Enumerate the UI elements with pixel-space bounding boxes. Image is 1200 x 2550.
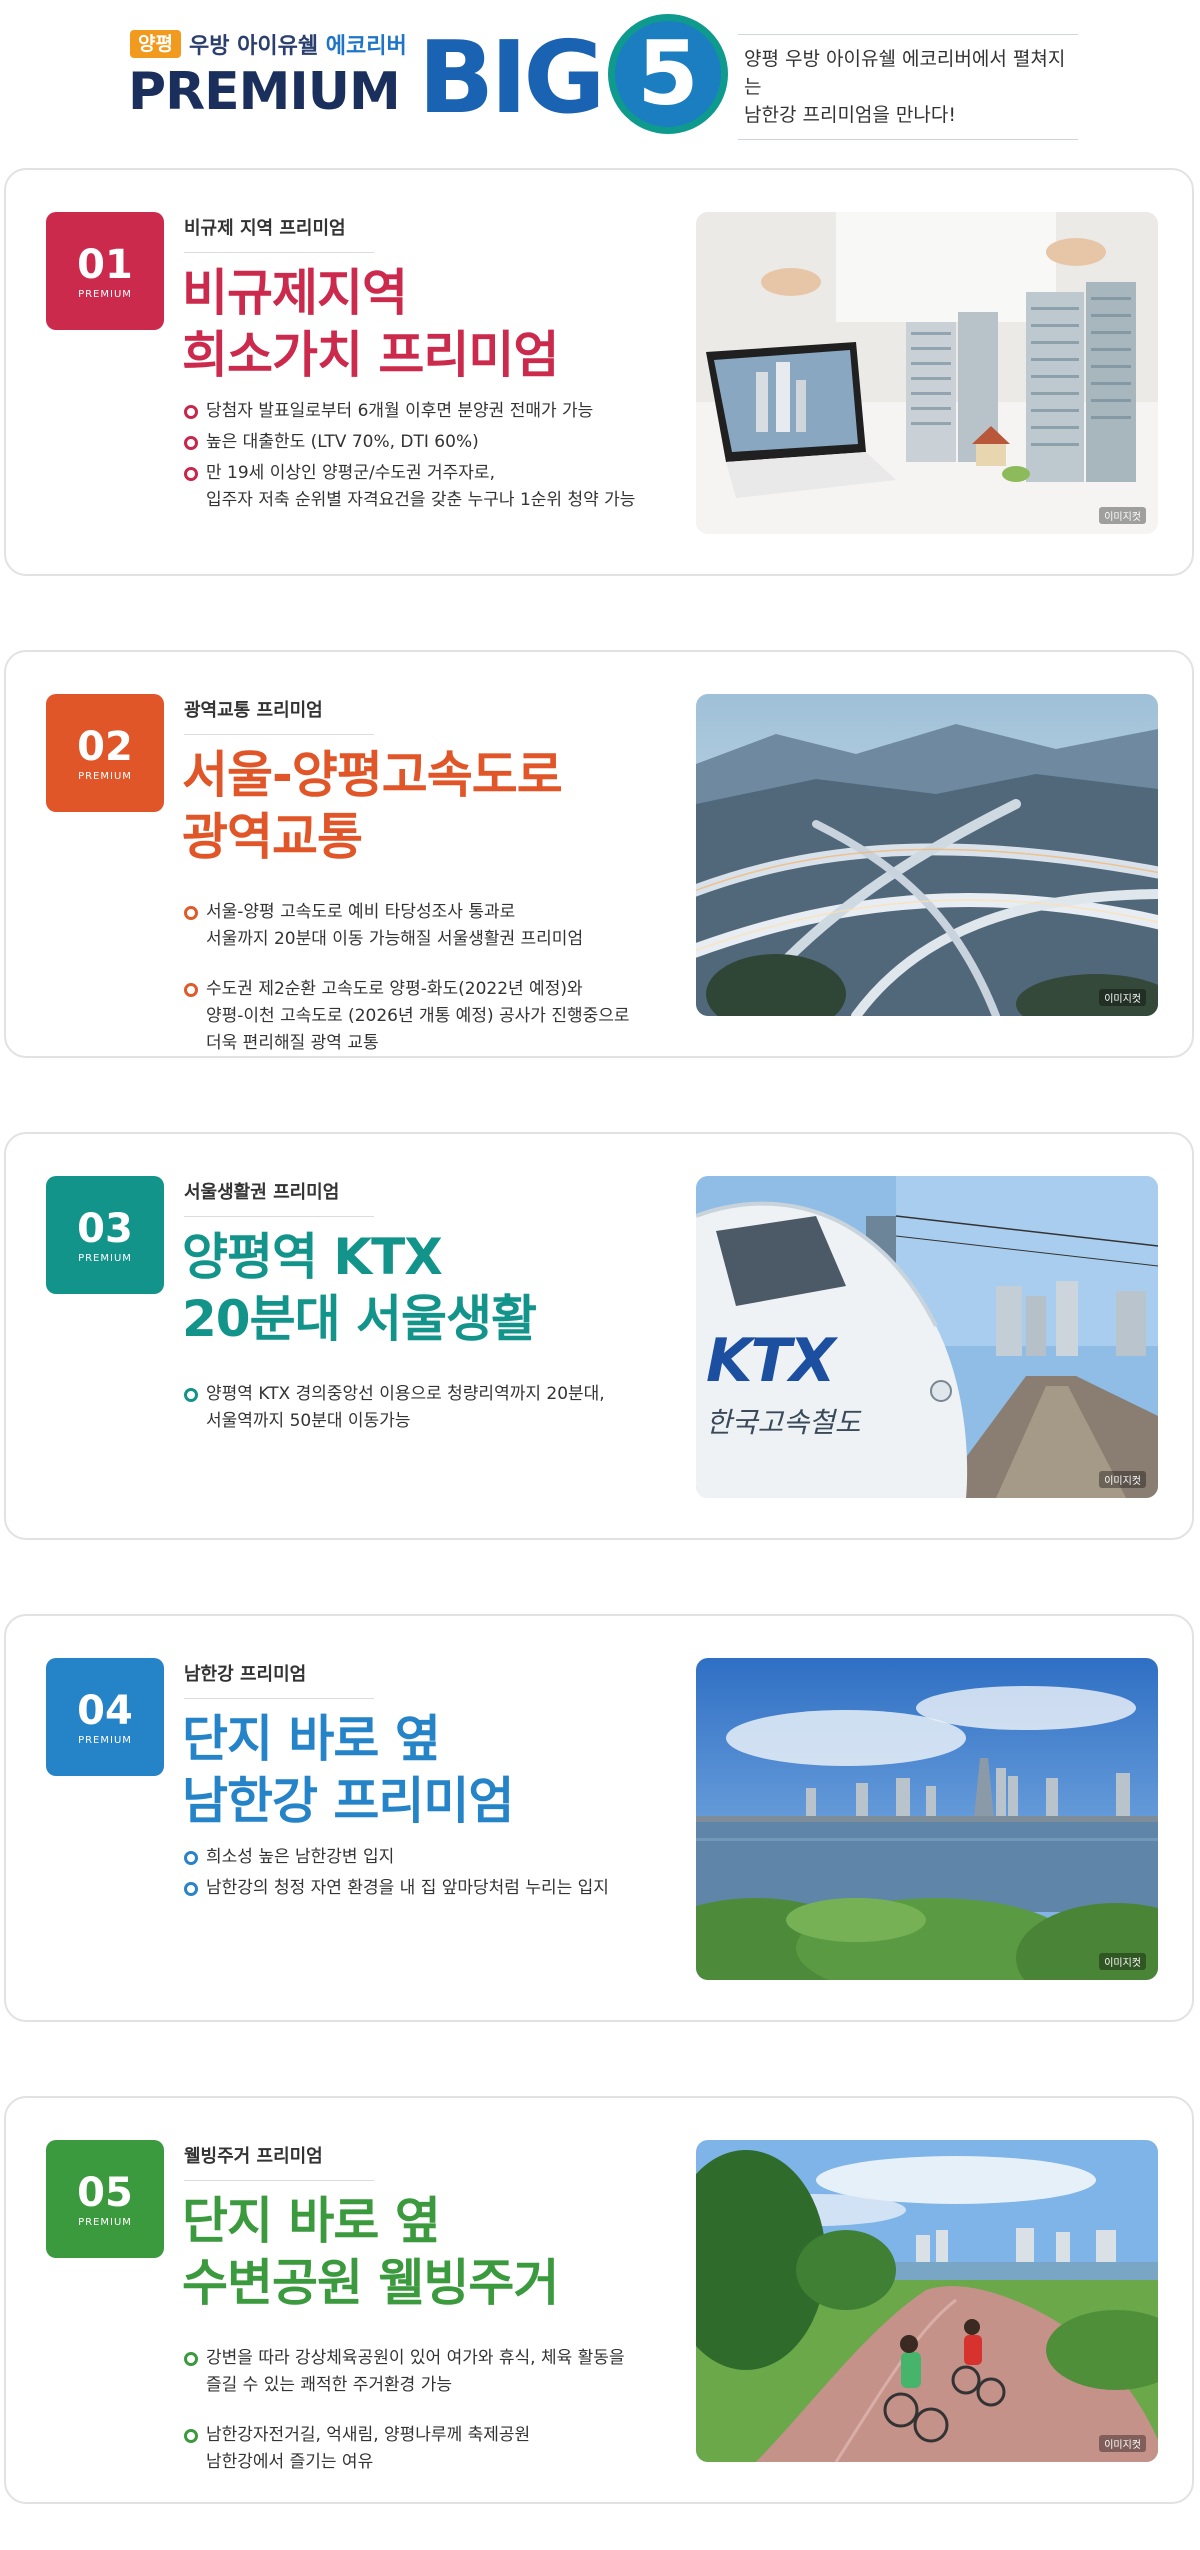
card-title-line: 서울-양평고속도로 <box>182 746 563 804</box>
brand-name-accent: 에코리버 <box>325 34 407 59</box>
bullet-item: 희소성 높은 남한강변 입지 <box>184 1844 664 1871</box>
card-title-line: 비규제지역 <box>182 264 408 322</box>
card-title-line: 단지 바로 옆 <box>182 1710 441 1768</box>
big-wordmark: BIG <box>418 19 606 136</box>
card-bullet-list: 서울-양평 고속도로 예비 타당성조사 통과로 서울까지 20분대 이동 가능해… <box>184 880 664 1080</box>
bullet-circle-icon <box>184 906 198 920</box>
ktx-logo-text: KTX <box>706 1326 836 1396</box>
card-title-line: 광역교통 <box>182 808 363 866</box>
card-bullet-list: 희소성 높은 남한강변 입지 남한강의 청정 자연 환경을 내 집 앞마당처럼 … <box>184 1844 664 1906</box>
ktx-sub-text: 한국고속철도 <box>706 1406 861 1439</box>
card-number: 05 <box>77 2169 133 2216</box>
card-number: 02 <box>77 723 133 770</box>
card-number: 01 <box>77 241 133 288</box>
card-tag: 남한강 프리미엄 <box>184 1660 374 1699</box>
image-note: 이미지컷 <box>1099 1953 1146 1970</box>
card-bullet-list: 당첨자 발표일로부터 6개월 이후면 분양권 전매가 가능 높은 대출한도 (L… <box>184 398 664 518</box>
card-title-line: 양평역 KTX <box>182 1228 443 1286</box>
card-title-line: 희소가치 프리미엄 <box>182 326 559 384</box>
bullet-item: 남한강자전거길, 억새림, 양평나루께 축제공원 남한강에서 즐기는 여유 <box>184 2422 664 2476</box>
card-title: 단지 바로 옆 남한강 프리미엄 <box>182 1708 514 1832</box>
card-title: 단지 바로 옆 수변공원 웰빙주거 <box>182 2190 559 2314</box>
bullet-item: 만 19세 이상인 양평군/수도권 거주자로, 입주자 저축 순위별 자격요건을… <box>184 460 664 514</box>
model-house-illustration <box>696 212 1158 534</box>
image-note: 이미지컷 <box>1099 507 1146 524</box>
bullet-circle-icon <box>184 983 198 997</box>
card-title-line: 20분대 서울생활 <box>182 1290 537 1348</box>
card-premium-label: PREMIUM <box>78 1734 132 1746</box>
header-description-line: 양평 우방 아이유쉘 에코리버에서 펼쳐지는 <box>744 48 1066 98</box>
bullet-item: 남한강의 청정 자연 환경을 내 집 앞마당처럼 누리는 입지 <box>184 1875 664 1902</box>
bullet-item: 양평역 KTX 경의중앙선 이용으로 청량리역까지 20분대, 서울역까지 50… <box>184 1381 664 1435</box>
card-premium-label: PREMIUM <box>78 288 132 300</box>
card-title-line: 남한강 프리미엄 <box>182 1772 514 1830</box>
bullet-item: 당첨자 발표일로부터 6개월 이후면 분양권 전매가 가능 <box>184 398 664 425</box>
riverside-park-illustration <box>696 2140 1158 2462</box>
han-river-illustration <box>696 1658 1158 1980</box>
card-image-ktx-train: KTX 한국고속철도 이미지컷 <box>696 1176 1158 1498</box>
bullet-circle-icon <box>184 1851 198 1865</box>
card-number-box: 01 PREMIUM <box>46 212 164 330</box>
card-image-highway: 이미지컷 <box>696 694 1158 1016</box>
card-number-box: 03 PREMIUM <box>46 1176 164 1294</box>
image-note: 이미지컷 <box>1099 989 1146 1006</box>
card-title-line: 단지 바로 옆 <box>182 2192 441 2250</box>
card-bullet-list: 양평역 KTX 경의중앙선 이용으로 청량리역까지 20분대, 서울역까지 50… <box>184 1362 664 1458</box>
premium-card-04: 04 PREMIUM 남한강 프리미엄 단지 바로 옆 남한강 프리미엄 희소성… <box>4 1614 1194 2022</box>
premium-card-05: 05 PREMIUM 웰빙주거 프리미엄 단지 바로 옆 수변공원 웰빙주거 강… <box>4 2096 1194 2504</box>
page-header: 양평 우방 아이유쉘 에코리버 PREMIUM BIG 5 양평 우방 아이유쉘… <box>0 0 1200 150</box>
card-title: 서울-양평고속도로 광역교통 <box>182 744 563 868</box>
card-number-box: 05 PREMIUM <box>46 2140 164 2258</box>
bullet-item: 서울-양평 고속도로 예비 타당성조사 통과로 서울까지 20분대 이동 가능해… <box>184 899 664 953</box>
card-premium-label: PREMIUM <box>78 1252 132 1264</box>
bullet-circle-icon <box>184 2352 198 2366</box>
bullet-circle-icon <box>184 405 198 419</box>
bullet-circle-icon <box>184 2429 198 2443</box>
card-image-riverside-park: 이미지컷 <box>696 2140 1158 2462</box>
image-note: 이미지컷 <box>1099 1471 1146 1488</box>
card-image-han-river: 이미지컷 <box>696 1658 1158 1980</box>
header-description-line: 남한강 프리미엄을 만나다! <box>744 104 956 126</box>
bullet-item: 수도권 제2순환 고속도로 양평-화도(2022년 예정)와 양평-이천 고속도… <box>184 976 664 1057</box>
card-title: 비규제지역 희소가치 프리미엄 <box>182 262 559 386</box>
brand-name: 우방 아이유쉘 에코리버 <box>189 28 407 60</box>
card-tag: 서울생활권 프리미엄 <box>184 1178 374 1217</box>
card-number-box: 02 PREMIUM <box>46 694 164 812</box>
bullet-circle-icon <box>184 1882 198 1896</box>
bullet-item: 강변을 따라 강상체육공원이 있어 여가와 휴식, 체육 활동을 즐길 수 있는… <box>184 2345 664 2399</box>
premium-card-01: 01 PREMIUM 비규제 지역 프리미엄 비규제지역 희소가치 프리미엄 당… <box>4 168 1194 576</box>
brand-name-main: 우방 아이유쉘 <box>188 34 319 59</box>
highway-interchange-illustration <box>696 694 1158 1016</box>
bullet-circle-icon <box>184 1388 198 1402</box>
premium-wordmark: PREMIUM <box>128 62 401 122</box>
card-number-box: 04 PREMIUM <box>46 1658 164 1776</box>
five-circle-badge: 5 <box>608 14 728 134</box>
region-badge: 양평 <box>130 30 181 58</box>
header-description: 양평 우방 아이유쉘 에코리버에서 펼쳐지는 남한강 프리미엄을 만나다! <box>738 34 1078 140</box>
bullet-circle-icon <box>184 467 198 481</box>
premium-card-03: 03 PREMIUM 서울생활권 프리미엄 양평역 KTX 20분대 서울생활 … <box>4 1132 1194 1540</box>
card-tag: 비규제 지역 프리미엄 <box>184 214 374 253</box>
card-title: 양평역 KTX 20분대 서울생활 <box>182 1226 537 1350</box>
card-tag: 광역교통 프리미엄 <box>184 696 374 735</box>
bullet-circle-icon <box>184 436 198 450</box>
image-note: 이미지컷 <box>1099 2435 1146 2452</box>
card-number: 03 <box>77 1205 133 1252</box>
bullet-item: 높은 대출한도 (LTV 70%, DTI 60%) <box>184 429 664 456</box>
card-title-line: 수변공원 웰빙주거 <box>182 2254 559 2312</box>
card-image-model-house: 이미지컷 <box>696 212 1158 534</box>
card-bullet-list: 강변을 따라 강상체육공원이 있어 여가와 휴식, 체육 활동을 즐길 수 있는… <box>184 2326 664 2499</box>
card-tag: 웰빙주거 프리미엄 <box>184 2142 374 2181</box>
header-subtitle-row: 양평 우방 아이유쉘 에코리버 <box>130 28 407 60</box>
premium-card-02: 02 PREMIUM 광역교통 프리미엄 서울-양평고속도로 광역교통 서울-양… <box>4 650 1194 1058</box>
card-premium-label: PREMIUM <box>78 2216 132 2228</box>
card-premium-label: PREMIUM <box>78 770 132 782</box>
card-number: 04 <box>77 1687 133 1734</box>
